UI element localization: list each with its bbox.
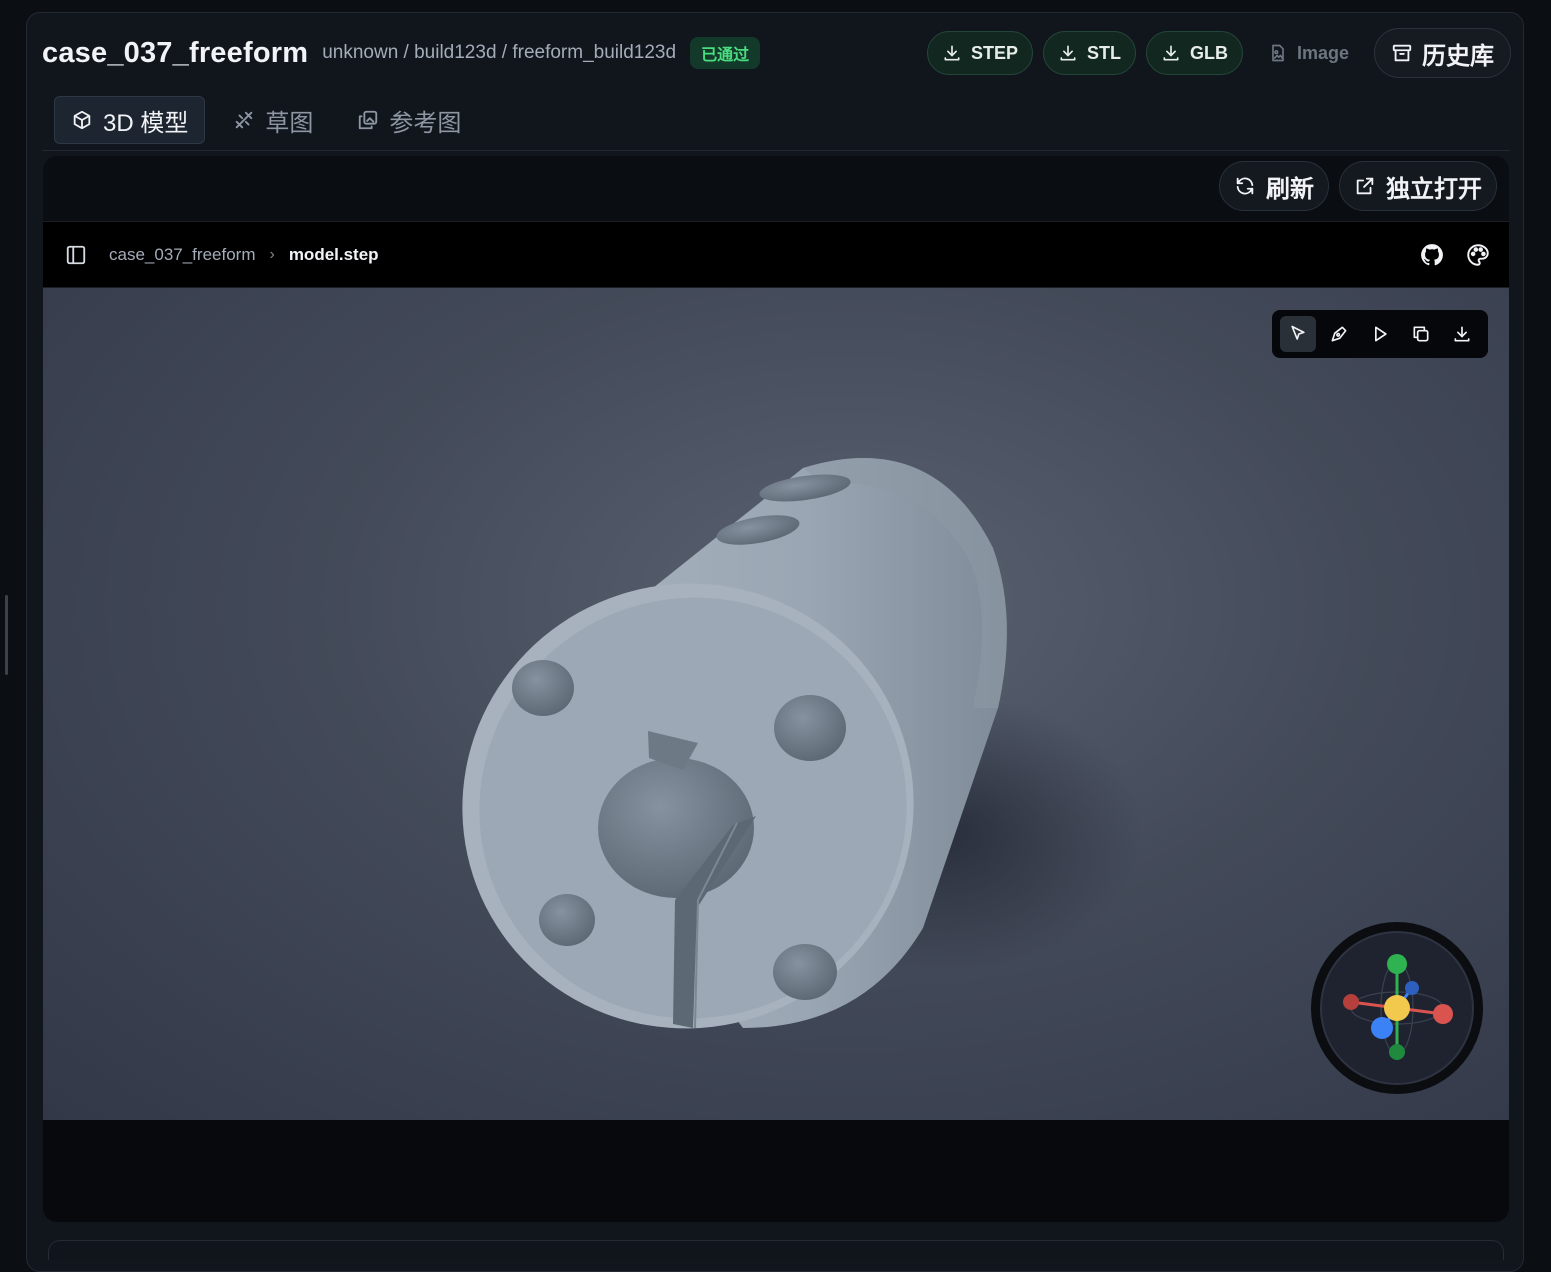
select-tool-button[interactable]: [1280, 316, 1317, 352]
view-tabs: 3D 模型 草图 参考图: [54, 96, 477, 144]
tab-sketch-label: 草图: [265, 109, 314, 137]
history-label: 历史库: [1422, 42, 1494, 70]
resize-handle[interactable]: [5, 595, 8, 675]
play-icon: [1374, 326, 1387, 342]
tab-sketch[interactable]: 草图: [217, 96, 329, 144]
history-button[interactable]: 历史库: [1374, 28, 1511, 78]
download-stl-button[interactable]: STL: [1042, 31, 1136, 75]
status-badge: 已通过: [690, 37, 761, 69]
viewer-download-button[interactable]: [1444, 316, 1480, 352]
chevron-right-icon: ›: [269, 245, 275, 263]
next-panel-edge: [48, 1240, 1504, 1260]
download-icon: [944, 45, 960, 61]
download-image-label: Image: [1296, 42, 1349, 63]
images-icon: [359, 110, 378, 130]
download-glb-label: GLB: [1189, 42, 1228, 63]
download-icon: [1454, 326, 1470, 342]
download-step-button[interactable]: STEP: [926, 31, 1033, 75]
cube-icon: [73, 110, 91, 130]
model-panel: 刷新 独立打开 case_037_freeform › model.step: [43, 156, 1509, 1222]
breadcrumb-case[interactable]: case_037_freeform: [109, 245, 255, 265]
header-actions: STEP STL GLB Image 历史库: [926, 28, 1511, 78]
measure-pen-icon: [1331, 326, 1347, 342]
model-path: unknown / build123d / freeform_build123d: [322, 42, 677, 63]
download-image-button[interactable]: Image: [1253, 31, 1364, 75]
sketch-icon: [236, 111, 253, 129]
viewer-footer: [43, 1120, 1509, 1222]
page-header: case_037_freeform unknown / build123d / …: [42, 28, 1511, 78]
panel-toolbar: 刷新 独立打开: [1219, 161, 1497, 211]
viewer-header-icons: [1419, 242, 1491, 268]
download-step-label: STEP: [970, 42, 1018, 63]
tab-3d-model[interactable]: 3D 模型: [54, 96, 206, 144]
image-file-icon: [1272, 44, 1284, 62]
tab-reference[interactable]: 参考图: [341, 96, 477, 144]
tabs-divider: [42, 150, 1510, 151]
play-button[interactable]: [1362, 316, 1398, 352]
orientation-gizmo[interactable]: [1309, 920, 1485, 1096]
breadcrumb-file: model.step: [288, 244, 379, 264]
refresh-label: 刷新: [1266, 175, 1314, 203]
download-glb-button[interactable]: GLB: [1145, 31, 1243, 75]
tab-reference-label: 参考图: [389, 109, 462, 137]
tab-3d-model-label: 3D 模型: [103, 109, 189, 137]
measure-tool-button[interactable]: [1321, 316, 1357, 352]
copy-button[interactable]: [1403, 316, 1439, 352]
copy-icon: [1413, 326, 1429, 342]
refresh-button[interactable]: 刷新: [1219, 161, 1329, 211]
palette-icon[interactable]: [1465, 242, 1491, 268]
github-icon[interactable]: [1419, 242, 1445, 268]
open-standalone-button[interactable]: 独立打开: [1339, 161, 1497, 211]
download-icon: [1060, 45, 1076, 61]
page-title: case_037_freeform: [42, 36, 309, 69]
download-stl-label: STL: [1086, 42, 1121, 63]
shaft-coupling-model: [462, 458, 1143, 1029]
viewer-toolbar: [1272, 310, 1488, 358]
external-link-icon: [1356, 177, 1374, 195]
select-icon: [1291, 325, 1306, 340]
viewer-header: case_037_freeform › model.step: [43, 221, 1509, 288]
archive-icon: [1392, 44, 1412, 62]
download-icon: [1163, 45, 1179, 61]
sidebar-toggle-icon[interactable]: [65, 244, 87, 266]
open-standalone-label: 独立打开: [1386, 175, 1482, 203]
3d-viewport[interactable]: [43, 288, 1509, 1120]
refresh-icon: [1236, 177, 1254, 195]
